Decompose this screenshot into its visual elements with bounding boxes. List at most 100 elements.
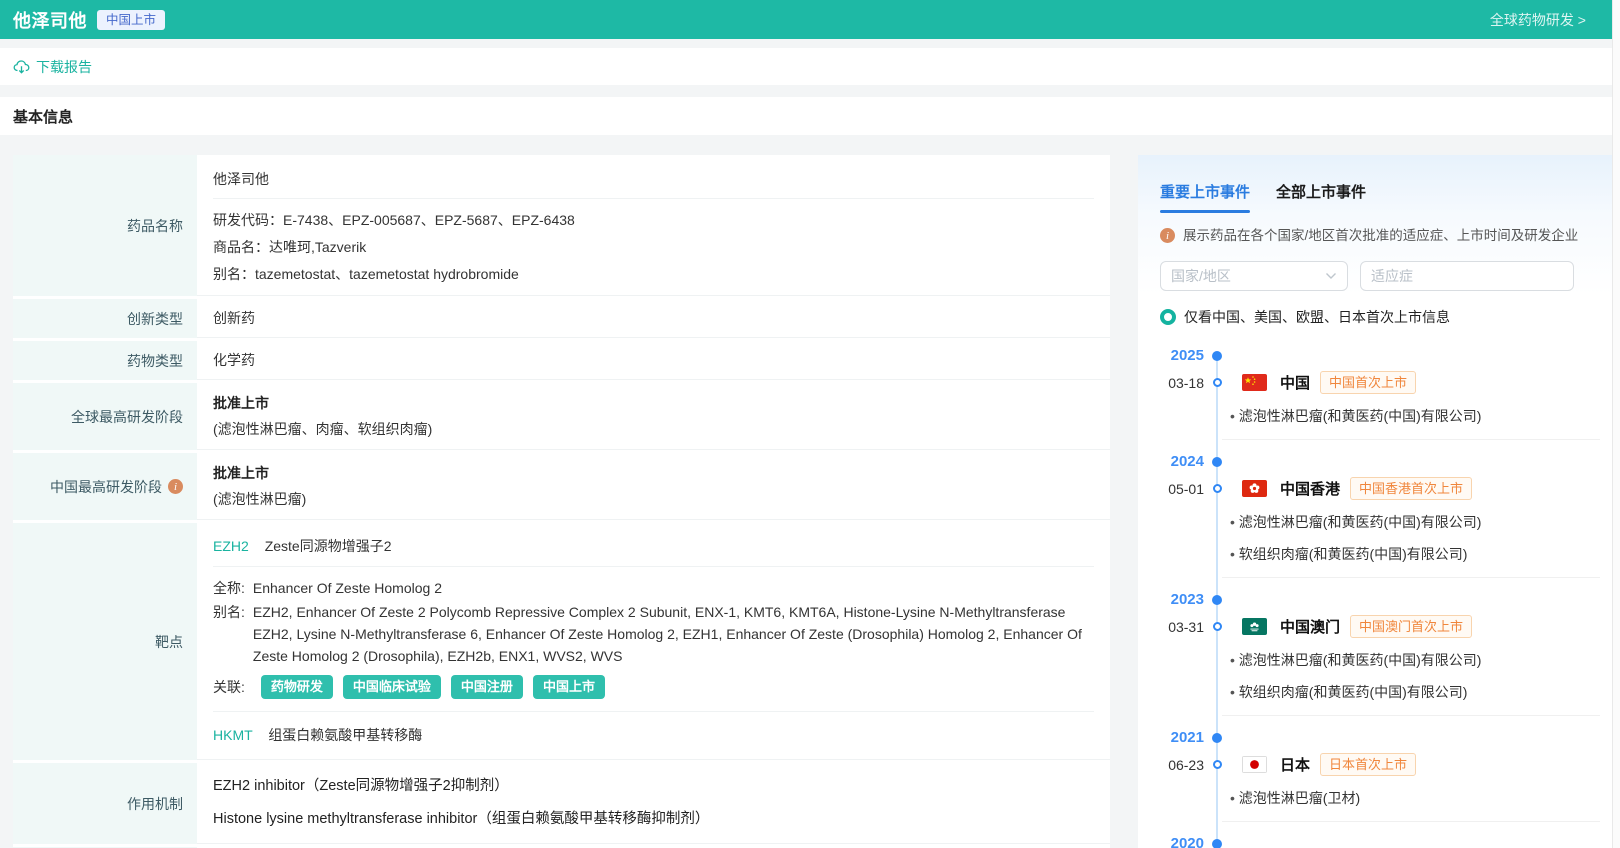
first-launch-badge: 中国香港首次上市 [1350,477,1473,500]
row-label: 中国最高研发阶段 i [13,453,197,520]
drug-codes: 研发代码：E-7438、EPZ-005687、EPZ-5687、EPZ-6438 [213,212,575,228]
basic-info-card: 药品名称 他泽司他 研发代码：E-7438、EPZ-005687、EPZ-568… [13,155,1110,848]
target-link-ezh2[interactable]: EZH2 [213,538,249,554]
year-dot-icon [1212,594,1222,605]
drug-trade-name: 商品名：达唯珂,Tazverik [213,239,367,255]
date-ring-icon [1212,760,1222,769]
row-label: 全球最高研发阶段 [13,383,197,450]
event-year: 2023 [1170,591,1204,608]
target-link-hkmt[interactable]: HKMT [213,727,252,743]
target-full-name: 全称: Enhancer Of Zeste Homolog 2 [213,580,442,596]
first-launch-radio-label: 仅看中国、美国、欧盟、日本首次上市信息 [1184,309,1450,325]
year-dot-icon [1212,456,1222,467]
moa-line: Histone lysine methyltransferase inhibit… [213,811,710,827]
first-launch-badge: 日本首次上市 [1320,753,1417,776]
section-band: 基本信息 [0,97,1620,135]
chevron-down-icon [1325,272,1337,280]
section-title: 基本信息 [13,108,74,126]
event-year: 2025 [1170,347,1204,364]
timeline-event: 2021 06-23 日本日本首次上市滤泡性淋巴瘤(卫材) [1160,715,1600,808]
event-separator [1222,439,1600,440]
event-date: 03-31 [1168,618,1204,635]
event-country: 中国 [1280,375,1311,392]
global-rd-nav-link[interactable]: 全球药物研发 > [1490,10,1586,30]
timeline-event: 202001-23美国美国首次上市肉瘤(Epizyme Inc) [1160,821,1600,848]
drug-cn-name: 他泽司他 [213,162,1094,199]
relation-tag-button[interactable]: 中国注册 [450,675,523,699]
relation-label: 关联: [213,679,245,695]
date-ring-icon [1212,378,1222,387]
date-ring-icon [1212,484,1222,493]
row-label: 药物类型 [13,341,197,380]
timeline-event: 2023 03-31 中国澳门中国澳门首次上市滤泡性淋巴瘤(和黄医药(中国)有限公司… [1160,577,1600,702]
top-header: 他泽司他 中国上市 全球药物研发 > [0,0,1620,39]
event-indication-item: 软组织肉瘤(和黄医药(中国)有限公司) [1230,683,1600,702]
info-icon: i [1160,228,1175,243]
target-relation-tags: 药物研发 中国临床试验 中国注册 中国上市 [260,675,605,699]
country-flag-icon [1242,480,1267,497]
country-region-select[interactable]: 国家/地区 [1160,261,1348,291]
timeline-event: 2025 03-18 中国中国首次上市滤泡性淋巴瘤(和黄医药(中国)有限公司) [1160,347,1600,426]
panel-note-text: 展示药品在各个国家/地区首次批准的适应症、上市时间及研发企业 [1183,228,1579,243]
events-tabs: 重要上市事件 全部上市事件 [1160,181,1600,213]
first-launch-radio[interactable] [1160,309,1176,325]
moa-line: EZH2 inhibitor（Zeste同源物增强子2抑制剂） [213,778,509,794]
info-icon[interactable]: i [168,479,183,494]
row-global-stage: 全球最高研发阶段 批准上市 (滤泡性淋巴瘤、肉瘤、软组织肉瘤) [13,383,1110,450]
page-scrollbar[interactable] [1612,0,1620,848]
relation-tag-button[interactable]: 中国上市 [532,675,605,699]
drug-title: 他泽司他 [13,10,87,31]
row-moa: 作用机制 EZH2 inhibitor（Zeste同源物增强子2抑制剂） His… [13,763,1110,844]
download-report-label: 下载报告 [36,58,92,75]
year-dot-icon [1212,838,1222,848]
event-country: 日本 [1280,757,1311,774]
timeline-event: 2024 05-01 中国香港中国香港首次上市滤泡性淋巴瘤(和黄医药(中国)有限公司… [1160,439,1600,564]
download-report-button[interactable]: 下载报告 [13,57,92,77]
row-china-stage: 中国最高研发阶段 i 批准上市 (滤泡性淋巴瘤) [13,453,1110,520]
global-stage-indications: (滤泡性淋巴瘤、肉瘤、软组织肉瘤) [213,421,433,437]
first-launch-badge: 中国首次上市 [1320,371,1417,394]
row-label: 药品名称 [13,155,197,296]
listed-status-badge: 中国上市 [97,9,166,30]
country-flag-icon [1242,756,1267,773]
event-separator [1222,821,1600,822]
drug-alias: 别名：tazemetostat、tazemetostat hydrobromid… [213,266,519,282]
event-indication-item: 软组织肉瘤(和黄医药(中国)有限公司) [1230,545,1600,564]
event-separator [1222,715,1600,716]
relation-tag-button[interactable]: 药物研发 [260,675,333,699]
tab-all-market-events[interactable]: 全部上市事件 [1276,181,1366,213]
event-indication-item: 滤泡性淋巴瘤(和黄医药(中国)有限公司) [1230,407,1600,426]
drug-type-value: 化学药 [197,341,1110,380]
download-cloud-icon [13,59,30,75]
target-desc: 组蛋白赖氨酸甲基转移酶 [268,727,423,743]
year-dot-icon [1212,350,1222,361]
innovation-value: 创新药 [197,299,1110,338]
china-stage-value: 批准上市 [213,465,269,481]
event-indication-item: 滤泡性淋巴瘤(和黄医药(中国)有限公司) [1230,513,1600,532]
event-date: 06-23 [1168,756,1204,773]
event-indication-item: 滤泡性淋巴瘤(卫材) [1230,789,1600,808]
target-desc: Zeste同源物增强子2 [264,538,392,554]
event-year: 2024 [1170,453,1204,470]
row-innovation-type: 创新类型 创新药 [13,299,1110,338]
relation-tag-button[interactable]: 中国临床试验 [342,675,441,699]
row-target: 靶点 EZH2 Zeste同源物增强子2 全称: Enhancer Of Zes… [13,523,1110,760]
country-flag-icon [1242,374,1267,391]
indication-filter-input[interactable] [1360,261,1574,291]
timeline: 202503-18中国中国首次上市滤泡性淋巴瘤(和黄医药(中国)有限公司)202… [1160,347,1600,848]
country-flag-icon [1242,618,1267,635]
event-year: 2020 [1170,835,1204,848]
tab-key-market-events[interactable]: 重要上市事件 [1160,181,1251,213]
global-stage-value: 批准上市 [213,395,269,411]
event-year: 2021 [1170,729,1204,746]
row-label: 创新类型 [13,299,197,338]
target-alias: 别名: EZH2, Enhancer Of Zeste 2 Polycomb R… [213,604,1082,664]
row-label: 靶点 [13,523,197,760]
event-country: 中国澳门 [1280,619,1341,636]
event-country: 中国香港 [1280,481,1341,498]
row-label: 作用机制 [13,763,197,844]
event-date: 05-01 [1168,480,1204,497]
year-dot-icon [1212,732,1222,743]
toolbar: 下载报告 [0,48,1620,85]
country-select-placeholder: 国家/地区 [1171,268,1231,284]
